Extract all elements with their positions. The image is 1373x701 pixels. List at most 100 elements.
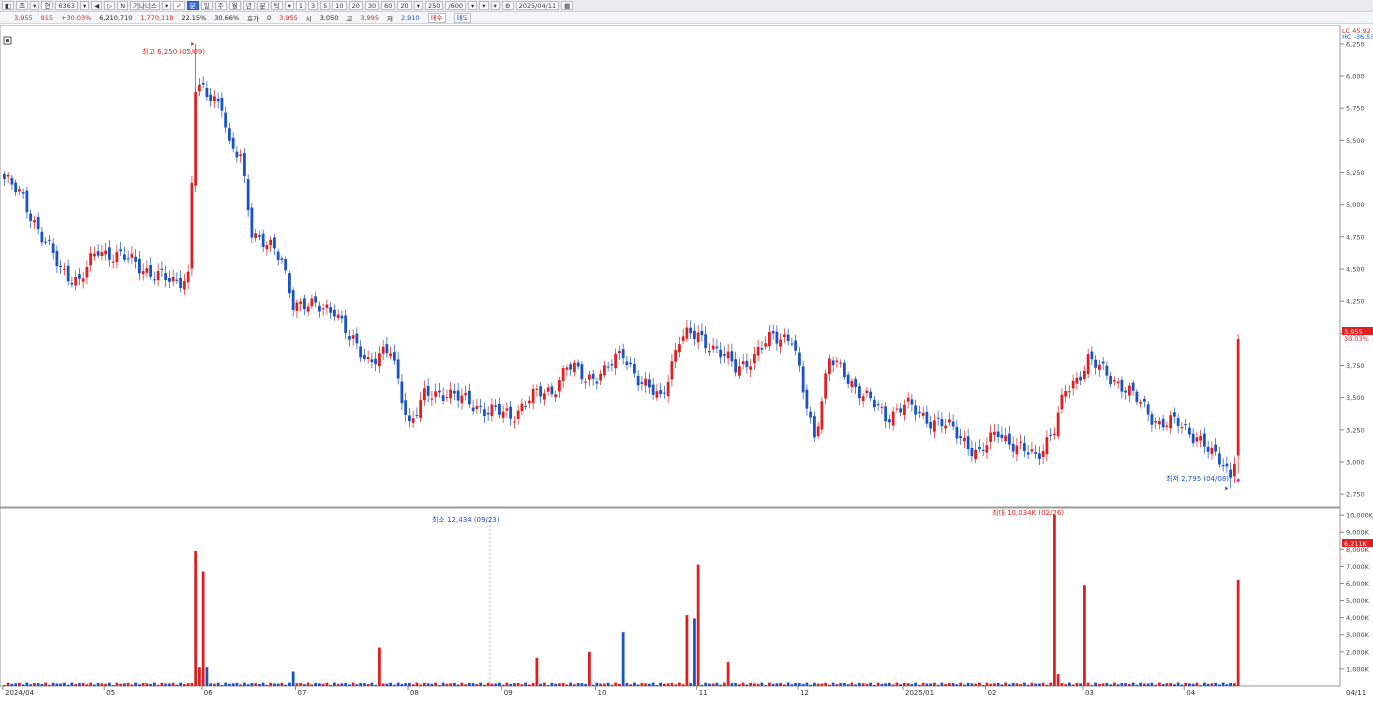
toolbar-item[interactable]: ◀ xyxy=(91,1,103,10)
volume-bar xyxy=(1188,683,1191,686)
toolbar-item[interactable]: 분 xyxy=(256,1,269,10)
volume-bar xyxy=(63,682,66,686)
high-price: 3,995 xyxy=(360,14,379,22)
toolbar-item[interactable]: ▾ xyxy=(30,1,40,10)
candle-body xyxy=(1154,421,1158,423)
vol-tick-label: 10,000K xyxy=(1346,512,1373,520)
toolbar-item[interactable]: 월 xyxy=(228,1,241,10)
toolbar-item[interactable]: /600 xyxy=(445,1,466,10)
candle-body xyxy=(374,358,378,365)
candle-body xyxy=(1008,433,1011,445)
candle-body xyxy=(738,366,741,376)
candle-body xyxy=(805,389,809,409)
toolbar-item[interactable]: ▾ xyxy=(468,1,478,10)
toolbar-item[interactable]: 6363 xyxy=(55,1,78,10)
candlestick-chart-svg[interactable]: LC 45.92 HC -36.53 6,2506,0005,7505,5005… xyxy=(0,24,1373,699)
toolbar-item[interactable]: 60 xyxy=(381,1,396,10)
candle-body xyxy=(153,279,156,281)
volume-bar xyxy=(209,683,213,686)
toolbar-item[interactable]: 년 xyxy=(242,1,255,10)
toolbar-item[interactable]: ▾ xyxy=(162,1,172,10)
volume-bar xyxy=(850,682,854,686)
volume-bar xyxy=(479,682,483,686)
toolbar-item[interactable]: 20 xyxy=(397,1,412,10)
toolbar-item[interactable]: ▦ xyxy=(561,1,574,10)
volume-bar xyxy=(6,682,10,686)
toolbar-item[interactable]: ⚙ xyxy=(501,1,514,10)
candle-body xyxy=(648,379,651,388)
volume-bar xyxy=(183,683,186,686)
toolbar-item[interactable]: 3 xyxy=(308,1,319,10)
stock-chart[interactable]: LC 45.92 HC -36.53 6,250 6,000 5,750 5,500 5… xyxy=(0,24,1373,699)
vol-tick-label: 4,000K xyxy=(1346,614,1370,622)
candle-body xyxy=(288,273,291,294)
volume-bar xyxy=(813,682,816,686)
volume-bar xyxy=(591,684,595,686)
volume-bar xyxy=(760,682,764,686)
candle-body xyxy=(1124,390,1128,393)
toolbar-item[interactable]: ✓ xyxy=(173,1,185,10)
candle-body xyxy=(213,96,216,102)
toolbar-item[interactable]: ▷ xyxy=(104,1,116,10)
toolbar-item[interactable]: ◧ xyxy=(2,1,15,10)
volume-bar xyxy=(216,682,220,686)
volume-bar xyxy=(194,551,198,686)
toolbar-item[interactable]: ▾ xyxy=(479,1,489,10)
candle-body xyxy=(1203,433,1206,447)
toolbar-item[interactable]: ▾ xyxy=(490,1,500,10)
volume-bar xyxy=(876,682,880,686)
candle-body xyxy=(441,395,445,401)
candle-body xyxy=(490,404,494,416)
candle-body xyxy=(786,334,790,342)
volume-bar xyxy=(1206,683,1210,686)
price-panel-frame xyxy=(0,24,1341,508)
toolbar-item[interactable]: 5 xyxy=(320,1,331,10)
toolbar-item[interactable]: 주 xyxy=(214,1,227,10)
candle-body xyxy=(663,392,666,394)
toolbar-item[interactable]: ▾ xyxy=(413,1,423,10)
sell-button[interactable]: 매도 xyxy=(453,13,472,23)
candle-body xyxy=(970,447,974,457)
candle-body xyxy=(989,432,993,442)
toolbar-item[interactable]: 1 xyxy=(295,1,307,10)
volume-bar xyxy=(1146,683,1150,686)
toolbar-item[interactable]: 현 xyxy=(41,1,54,10)
x-tick-label: 08 xyxy=(410,689,419,697)
candle-body xyxy=(108,247,111,260)
toolbar-item[interactable]: ▾ xyxy=(79,1,90,10)
buy-button[interactable]: 매수 xyxy=(427,13,446,23)
x-tick-label: 04 xyxy=(1186,689,1195,697)
candle-body xyxy=(535,388,539,390)
volume-bar xyxy=(288,682,291,686)
toolbar-item[interactable]: 조 xyxy=(16,1,29,10)
volume-bar xyxy=(475,683,479,686)
volume-bar xyxy=(1169,683,1173,686)
candle-body xyxy=(951,421,955,427)
volume-bar xyxy=(1086,682,1090,686)
candle-body xyxy=(565,367,569,370)
toolbar-item[interactable]: 30 xyxy=(364,1,380,10)
toolbar-item[interactable]: ▾ xyxy=(284,1,294,10)
toolbar-item[interactable]: N xyxy=(117,1,129,10)
volume-bar xyxy=(1064,684,1068,686)
volume-bar xyxy=(363,683,366,686)
volume-bar xyxy=(1124,683,1128,686)
volume-bar xyxy=(370,682,374,686)
volume-bar xyxy=(726,662,730,686)
toolbar-item[interactable]: 250 xyxy=(424,1,444,10)
y-tick-label: 4,250 xyxy=(1346,298,1365,306)
volume-bar xyxy=(111,684,115,686)
price-change: 915 xyxy=(40,14,54,22)
toolbar-item[interactable]: 기나너스 xyxy=(130,1,160,10)
toolbar-item[interactable]: 2025/04/11 xyxy=(515,1,560,10)
toolbar-item[interactable]: 틱 xyxy=(270,1,283,10)
volume-bar xyxy=(1023,682,1026,686)
candle-body xyxy=(1173,412,1176,417)
toolbar-item[interactable]: 일 xyxy=(200,1,213,10)
toolbar-item[interactable]: 20 xyxy=(348,1,363,10)
volume-bar xyxy=(220,684,224,686)
toolbar-item[interactable]: 분 xyxy=(186,1,199,10)
candle-body xyxy=(539,386,543,397)
candle-body xyxy=(1161,418,1165,428)
toolbar-item[interactable]: 10 xyxy=(332,1,347,10)
